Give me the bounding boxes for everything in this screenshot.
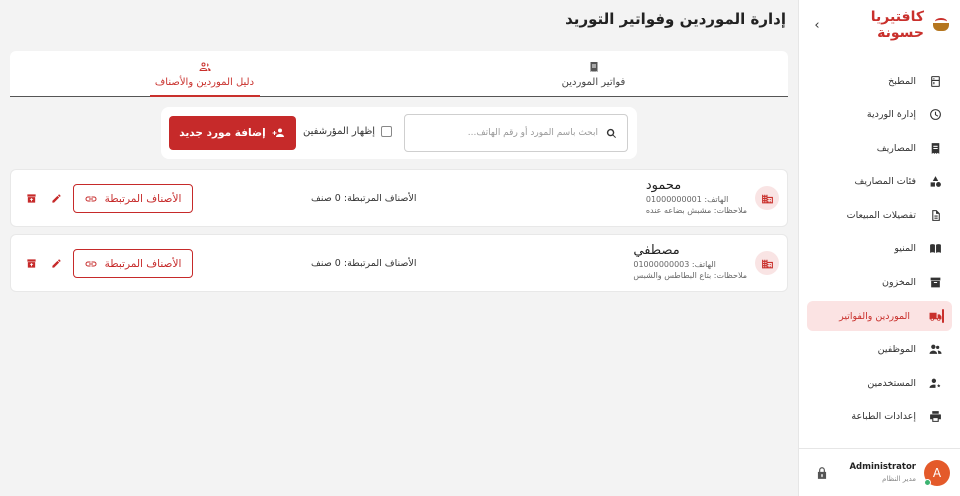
online-status-dot: [924, 478, 931, 486]
sidebar-item-label: إدارة الوردية: [866, 109, 916, 121]
supplier-notes: ملاحظات: مشبش بضاعه عنده: [645, 206, 747, 215]
edit-icon[interactable]: [49, 256, 63, 270]
brand-header: كافتيريا حسونة ›: [799, 0, 960, 50]
people-icon: [928, 343, 942, 357]
avatar[interactable]: A: [924, 459, 950, 486]
sidebar-nav: المطبخ إدارة الوردية المصاريف فئات المصا…: [799, 66, 960, 432]
supplier-name: محمود: [645, 178, 682, 193]
categories-icon: [928, 175, 942, 189]
sidebar-item-menu[interactable]: المنيو: [807, 234, 952, 264]
supplier-card: مصطفي الهاتف: 01000000003 ملاحظات: بتاع …: [10, 234, 788, 292]
sidebar-item-label: المصاريف: [876, 142, 916, 154]
user-role: مدير النظام: [882, 475, 916, 483]
user-profile[interactable]: Administrator مدير النظام A: [799, 448, 960, 496]
supplier-details: محمود الهاتف: 01000000001 ملاحظات: مشبش …: [646, 178, 747, 215]
building-icon: [755, 251, 779, 275]
inventory-icon: [928, 276, 942, 290]
person-add-icon: [272, 128, 284, 137]
sidebar-item-kitchen[interactable]: المطبخ: [807, 66, 952, 96]
supplier-phone: الهاتف: 01000000003: [633, 260, 716, 269]
sidebar-item-expense-categories[interactable]: فئات المصاريف: [807, 167, 952, 197]
sidebar-item-label: فئات المصاريف: [854, 176, 917, 188]
truck-icon: [928, 309, 942, 323]
sidebar-item-label: تفصيلات المبيعات: [846, 209, 916, 221]
active-tab-indicator: [150, 95, 260, 97]
add-supplier-button[interactable]: إضافة مورد جديد: [169, 116, 296, 150]
sidebar-item-print-settings[interactable]: إعدادات الطباعة: [807, 402, 952, 432]
linked-items-label: الأصناف المرتبطة: [104, 192, 182, 205]
supplier-phone: الهاتف: 01000000001: [645, 195, 729, 204]
directory-icon: [199, 62, 210, 71]
linked-items-button[interactable]: الأصناف المرتبطة: [73, 184, 193, 213]
sidebar-item-expenses[interactable]: المصاريف: [807, 133, 952, 163]
tabs-bar: فواتير الموردين دليل الموردين والأصناف: [10, 51, 788, 97]
show-archived-toggle[interactable]: إظهار المؤرشفين: [303, 126, 393, 137]
sidebar-item-inventory[interactable]: المخزون: [807, 268, 952, 298]
user-name: Administrator: [849, 462, 916, 472]
printer-icon: [928, 410, 942, 424]
user-settings-icon: [928, 376, 942, 390]
sidebar-item-suppliers[interactable]: الموردين والفواتير: [807, 301, 952, 332]
sidebar-item-label: الموردين والفواتير: [839, 310, 910, 322]
linked-items-button[interactable]: الأصناف المرتبطة: [73, 249, 193, 278]
supplier-toolbar: إضافة مورد جديد إظهار المؤرشفين ابحث باس…: [161, 107, 637, 159]
linked-items-count: الأصناف المرتبطة: 0 صنف: [311, 258, 417, 269]
cafe-logo-icon: [932, 18, 950, 32]
sidebar: كافتيريا حسونة › المطبخ إدارة الوردية ال…: [798, 0, 960, 496]
link-icon: [85, 261, 97, 266]
user-info: Administrator مدير النظام: [829, 462, 916, 483]
brand-title: كافتيريا حسونة: [870, 9, 924, 41]
sidebar-item-label: الموظفين: [877, 344, 916, 356]
tab-supplier-directory[interactable]: دليل الموردين والأصناف: [10, 51, 399, 97]
avatar-initial: A: [932, 465, 942, 480]
building-icon: [755, 186, 779, 210]
tab-label: فواتير الموردين: [561, 76, 626, 88]
main-content: إدارة الموردين وفواتير التوريد فواتير ال…: [0, 0, 798, 496]
sidebar-item-label: المنيو: [894, 243, 916, 255]
sidebar-item-shift[interactable]: إدارة الوردية: [807, 100, 952, 130]
tab-label: دليل الموردين والأصناف: [154, 76, 255, 88]
edit-icon[interactable]: [49, 191, 63, 205]
supplier-details: مصطفي الهاتف: 01000000003 ملاحظات: بتاع …: [633, 243, 747, 280]
supplier-notes: ملاحظات: بتاع البطاطس والشبس: [633, 271, 747, 280]
kitchen-icon: [928, 74, 942, 88]
search-placeholder: ابحث باسم المورد أو رقم الهاتف...: [467, 128, 598, 138]
expenses-icon: [928, 141, 942, 155]
show-archived-checkbox[interactable]: [381, 126, 393, 137]
tab-supplier-invoices[interactable]: فواتير الموردين: [399, 51, 788, 97]
supplier-name: مصطفي: [633, 243, 680, 258]
chevron-right-icon[interactable]: ›: [809, 17, 825, 33]
page-title: إدارة الموردين وفواتير التوريد: [565, 10, 786, 28]
search-input[interactable]: ابحث باسم المورد أو رقم الهاتف...: [404, 114, 628, 152]
sidebar-item-employees[interactable]: الموظفين: [807, 335, 952, 365]
sidebar-item-label: المستخدمين: [867, 377, 916, 389]
archive-icon[interactable]: [24, 191, 38, 205]
linked-items-label: الأصناف المرتبطة: [104, 257, 182, 270]
archive-icon[interactable]: [24, 256, 38, 270]
add-supplier-label: إضافة مورد جديد: [179, 127, 266, 139]
sidebar-item-sales-details[interactable]: تفصيلات المبيعات: [807, 200, 952, 230]
sidebar-item-users[interactable]: المستخدمين: [807, 368, 952, 398]
supplier-card: محمود الهاتف: 01000000001 ملاحظات: مشبش …: [10, 169, 788, 227]
lock-icon[interactable]: [815, 466, 829, 480]
menu-book-icon: [928, 242, 942, 256]
receipt-icon: [590, 61, 597, 72]
linked-items-count: الأصناف المرتبطة: 0 صنف: [311, 193, 417, 204]
shift-icon: [928, 108, 942, 122]
show-archived-label: إظهار المؤرشفين: [303, 126, 376, 137]
link-icon: [85, 196, 97, 201]
sidebar-item-label: إعدادات الطباعة: [851, 411, 916, 423]
search-icon: [606, 128, 616, 138]
sidebar-item-label: المخزون: [882, 277, 916, 289]
sales-details-icon: [928, 208, 942, 222]
sidebar-item-label: المطبخ: [888, 75, 916, 87]
